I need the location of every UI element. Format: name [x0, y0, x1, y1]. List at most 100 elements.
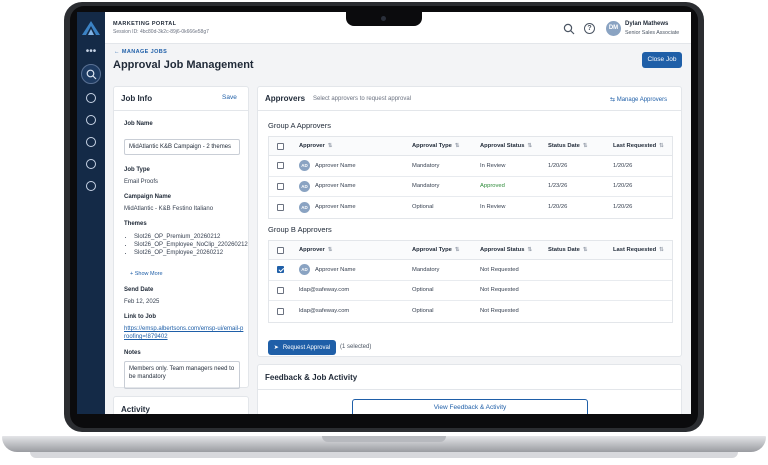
- row-checkbox[interactable]: [277, 162, 284, 170]
- group-a-table: Approver ⇅ Approval Type ⇅ Approval Status…: [268, 136, 673, 219]
- row-checkbox[interactable]: [277, 182, 284, 190]
- job-link[interactable]: https://emsp.albertsons.com/emsp-ui/emai…: [124, 325, 244, 341]
- help-icon[interactable]: ?: [584, 23, 595, 34]
- approver-name: Approver Name: [315, 183, 356, 190]
- app-screen: ••• MARKETING PORTAL Session ID: 4bc80d-…: [77, 12, 691, 414]
- brand-logo-icon: [82, 21, 100, 35]
- more-menu-icon[interactable]: •••: [81, 46, 101, 58]
- themes-list: Slot26_OP_Premium_20260212 Slot26_OP_Emp…: [134, 233, 248, 257]
- table-row[interactable]: AD Approver Name Mandatory In Review 1/20…: [269, 156, 672, 177]
- row-checkbox-checked[interactable]: [277, 266, 284, 274]
- sort-icon: ⇅: [454, 247, 460, 253]
- status-badge: Not Requested: [480, 308, 519, 315]
- show-more-label: Show More: [134, 271, 163, 277]
- theme-item: Slot26_OP_Premium_20260212: [134, 233, 246, 241]
- group-b-table: Approver ⇅ Approval Type ⇅ Approval Status…: [268, 240, 673, 323]
- select-all-checkbox[interactable]: [277, 142, 284, 150]
- column-header[interactable]: Approval Status ⇅: [480, 241, 532, 259]
- column-header[interactable]: Approval Type ⇅: [412, 137, 459, 155]
- manage-approvers-button[interactable]: ⇆ Manage Approvers: [610, 96, 667, 103]
- plus-icon: +: [130, 271, 134, 277]
- sidebar-nav-item-4[interactable]: [86, 159, 96, 169]
- notes-textarea[interactable]: Members only. Team managers need to be m…: [124, 361, 240, 389]
- user-role: Senior Sales Associate: [625, 30, 680, 36]
- portal-title: MARKETING PORTAL: [113, 21, 177, 27]
- request-approval-button[interactable]: ➤ Request Approval: [268, 340, 336, 355]
- theme-item: Slot26_OP_Employee_20260212: [134, 249, 246, 257]
- selected-count: (1 selected): [340, 344, 372, 350]
- table-header: Approver ⇅ Approval Type ⇅ Approval Status…: [269, 241, 672, 260]
- campaign-name-value: MidAtlantic - K&B Festino Italiano: [124, 206, 214, 212]
- row-checkbox[interactable]: [277, 203, 284, 211]
- approvers-subtitle: Select approvers to request approval: [313, 96, 412, 102]
- sidebar-nav-item-1[interactable]: [86, 93, 96, 103]
- sort-icon: ⇅: [659, 247, 664, 253]
- column-label: Approval Status: [480, 143, 525, 149]
- approver-email: ldap@safeway.com: [299, 308, 350, 315]
- group-a-title: Group A Approvers: [268, 121, 331, 130]
- column-header[interactable]: Approver ⇅: [299, 241, 332, 259]
- activity-card: Activity: [113, 396, 249, 414]
- manage-icon: ⇆: [610, 97, 616, 103]
- job-type-label: Job Type: [124, 167, 150, 173]
- table-row[interactable]: AD Approver Name Mandatory Approved 1/23/…: [269, 177, 672, 197]
- status-date: 1/20/26: [548, 204, 568, 211]
- table-row[interactable]: ldap@safeway.com Optional Not Requested: [269, 301, 672, 322]
- manage-approvers-label: Manage Approvers: [616, 97, 668, 103]
- sidebar-search-button[interactable]: [81, 64, 101, 84]
- send-date-value: Feb 12, 2025: [124, 299, 160, 305]
- column-label: Last Requested: [613, 143, 657, 149]
- column-label: Status Date: [548, 247, 580, 253]
- user-avatar[interactable]: DM: [606, 21, 621, 36]
- column-header[interactable]: Last Requested ⇅: [613, 137, 664, 155]
- row-checkbox[interactable]: [277, 286, 284, 294]
- avatar: AD: [299, 180, 310, 192]
- close-job-button[interactable]: Close Job: [642, 52, 682, 68]
- column-label: Approval Type: [412, 247, 452, 253]
- back-to-manage-jobs-link[interactable]: ← MANAGE JOBS: [114, 49, 167, 55]
- column-header[interactable]: Approval Type ⇅: [412, 241, 459, 259]
- column-header[interactable]: Last Requested ⇅: [613, 241, 664, 259]
- sidebar: •••: [77, 12, 105, 414]
- column-header[interactable]: Status Date ⇅: [548, 137, 588, 155]
- show-more-link[interactable]: + Show More: [130, 271, 163, 277]
- approvers-card: Approvers Select approvers to request ap…: [257, 86, 682, 357]
- last-requested: 1/20/26: [613, 183, 633, 190]
- table-row[interactable]: AD Approver Name Optional In Review 1/20/…: [269, 197, 672, 218]
- divider: [258, 110, 681, 111]
- status-date: 1/23/26: [548, 183, 568, 190]
- last-requested: 1/20/26: [613, 162, 633, 169]
- column-header[interactable]: Approver ⇅: [299, 137, 332, 155]
- last-requested: 1/20/26: [613, 204, 633, 211]
- approver-email: ldap@safeway.com: [299, 287, 350, 294]
- column-header[interactable]: Approval Status ⇅: [480, 137, 532, 155]
- sidebar-nav-item-5[interactable]: [86, 181, 96, 191]
- approval-type: Mandatory: [412, 183, 440, 190]
- status-badge: Not Requested: [480, 287, 519, 294]
- themes-label: Themes: [124, 221, 147, 227]
- sidebar-nav-item-2[interactable]: [86, 115, 96, 125]
- column-header[interactable]: Status Date ⇅: [548, 241, 588, 259]
- avatar: AD: [299, 160, 310, 172]
- table-row[interactable]: ldap@safeway.com Optional Not Requested: [269, 281, 672, 301]
- job-name-input[interactable]: MidAtlantic K&B Campaign - 2 themes: [124, 139, 240, 155]
- search-icon[interactable]: [563, 23, 575, 35]
- divider: [114, 110, 248, 111]
- status-badge: In Review: [480, 204, 506, 211]
- approval-type: Optional: [412, 204, 434, 211]
- sort-icon: ⇅: [454, 143, 460, 149]
- session-id: Session ID: 4bc80d-3k2c-89j6-0k666e58g7: [113, 29, 209, 35]
- row-checkbox[interactable]: [277, 307, 284, 315]
- page-title: Approval Job Management: [113, 59, 254, 71]
- job-type-value: Email Proofs: [124, 179, 159, 185]
- save-button[interactable]: Save: [222, 94, 237, 101]
- status-badge: Approved: [480, 183, 505, 190]
- approval-type: Optional: [412, 308, 434, 315]
- table-row[interactable]: AD Approver Name Mandatory Not Requested: [269, 260, 672, 281]
- camera-notch: [346, 12, 422, 26]
- theme-item: Slot26_OP_Employee_NoClip_220260212: [134, 241, 248, 249]
- view-feedback-button[interactable]: View Feedback & Activity: [352, 399, 588, 414]
- select-all-checkbox[interactable]: [277, 246, 284, 254]
- sidebar-nav-item-3[interactable]: [86, 137, 96, 147]
- approval-type: Optional: [412, 287, 434, 294]
